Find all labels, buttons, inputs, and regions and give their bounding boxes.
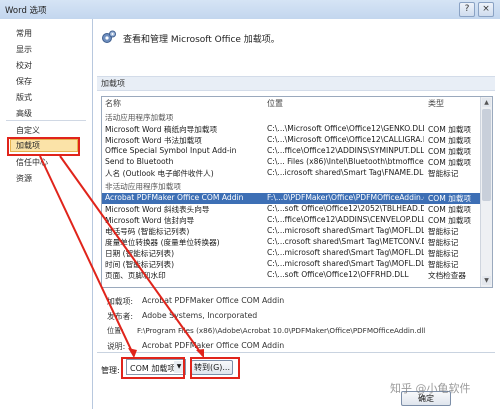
scroll-up-arrow-icon[interactable]: ▲ <box>482 98 491 107</box>
column-header-name[interactable]: 名称 <box>105 98 121 109</box>
table-row[interactable]: 日期 (智能标记列表) C:\...microsoft shared\Smart … <box>102 248 480 259</box>
watermark: 知乎 @小龟软件 <box>390 382 471 395</box>
manage-label: 管理: <box>101 366 120 375</box>
table-row[interactable]: 时间 (智能标记列表) C:\...microsoft shared\Smart … <box>102 259 480 270</box>
sidebar-item-typography[interactable]: 版式 <box>16 92 32 103</box>
table-row[interactable]: Microsoft Word 书法加载项 C:\...\Microsoft Off… <box>102 135 480 146</box>
table-row[interactable]: 电话号码 (智能标记列表) C:\...microsoft shared\Smar… <box>102 226 480 237</box>
highlight-box-manage <box>121 357 185 379</box>
table-row[interactable]: 人名 (Outlook 电子邮件收件人) C:\...icrosoft share… <box>102 168 480 179</box>
table-row[interactable]: Microsoft Word 稿纸向导加载项 C:\...\Microsoft O… <box>102 124 480 135</box>
section-title: 加载项 <box>101 79 125 88</box>
sidebar-item-advanced[interactable]: 高级 <box>16 108 32 119</box>
column-header-location[interactable]: 位置 <box>267 98 283 109</box>
detail-description: 说明: Acrobat PDFMaker Office COM Addin <box>107 341 285 351</box>
highlight-box-addins <box>7 137 80 156</box>
highlight-box-go <box>190 357 240 379</box>
sidebar-item-save[interactable]: 保存 <box>16 76 32 87</box>
table-row[interactable]: 度量单位转换器 (度量单位转换器) C:\...crosoft shared\Sm… <box>102 237 480 248</box>
page-header: 查看和管理 Microsoft Office 加载项。 <box>123 35 280 45</box>
table-row-selected[interactable]: Acrobat PDFMaker Office COM Addin F:\...0… <box>102 193 480 204</box>
group-active-addins: 活动应用程序加载项 <box>105 113 174 122</box>
sidebar-divider <box>6 120 86 121</box>
detail-addin: 加载项: Acrobat PDFMaker Office COM Addin <box>107 296 285 306</box>
addins-table: 名称 位置 类型 活动应用程序加载项 Microsoft Word 稿纸向导加载… <box>101 96 493 288</box>
table-row[interactable]: Office Special Symbol Input Add-in C:\...… <box>102 146 480 157</box>
sidebar-item-proofing[interactable]: 校对 <box>16 60 32 71</box>
main-panel: 查看和管理 Microsoft Office 加载项。 加载项 名称 位置 类型… <box>93 19 500 409</box>
divider <box>97 352 495 353</box>
group-inactive-addins: 非活动应用程序加载项 <box>105 182 181 191</box>
detail-location: 位置: F:\Program Files (x86)\Adobe\Acrobat … <box>107 326 426 335</box>
sidebar-item-trust-center[interactable]: 信任中心 <box>16 157 48 168</box>
sidebar-item-display[interactable]: 显示 <box>16 44 32 55</box>
table-row[interactable]: Send to Bluetooth C:\... Files (x86)\Inte… <box>102 157 480 168</box>
title-bar: Word 选项 ? × <box>0 0 500 20</box>
scroll-thumb[interactable] <box>482 109 491 201</box>
detail-publisher: 发布者: Adobe Systems, Incorporated <box>107 311 258 321</box>
addins-gear-icon <box>102 30 116 43</box>
sidebar: 常用 显示 校对 保存 版式 高级 自定义 加载项 信任中心 资源 <box>0 19 93 409</box>
close-button[interactable]: × <box>478 2 494 17</box>
sidebar-item-resources[interactable]: 资源 <box>16 173 32 184</box>
section-header: 加载项 <box>97 76 495 91</box>
scroll-down-arrow-icon[interactable]: ▼ <box>482 276 491 285</box>
table-row[interactable]: Microsoft Word 信封向导 C:\...ffice\Office12\… <box>102 215 480 226</box>
table-row[interactable]: 页面、页脚和水印 C:\...soft Office\Office12\OFFRH… <box>102 270 480 281</box>
sidebar-item-customize[interactable]: 自定义 <box>16 125 40 136</box>
table-scrollbar[interactable]: ▲ ▼ <box>480 97 492 287</box>
window-title: Word 选项 <box>5 6 47 16</box>
column-header-type[interactable]: 类型 <box>428 98 444 109</box>
table-row[interactable]: Microsoft Word 斜线表头向导 C:\...soft Office\O… <box>102 204 480 215</box>
help-button[interactable]: ? <box>459 2 475 17</box>
sidebar-item-popular[interactable]: 常用 <box>16 28 32 39</box>
